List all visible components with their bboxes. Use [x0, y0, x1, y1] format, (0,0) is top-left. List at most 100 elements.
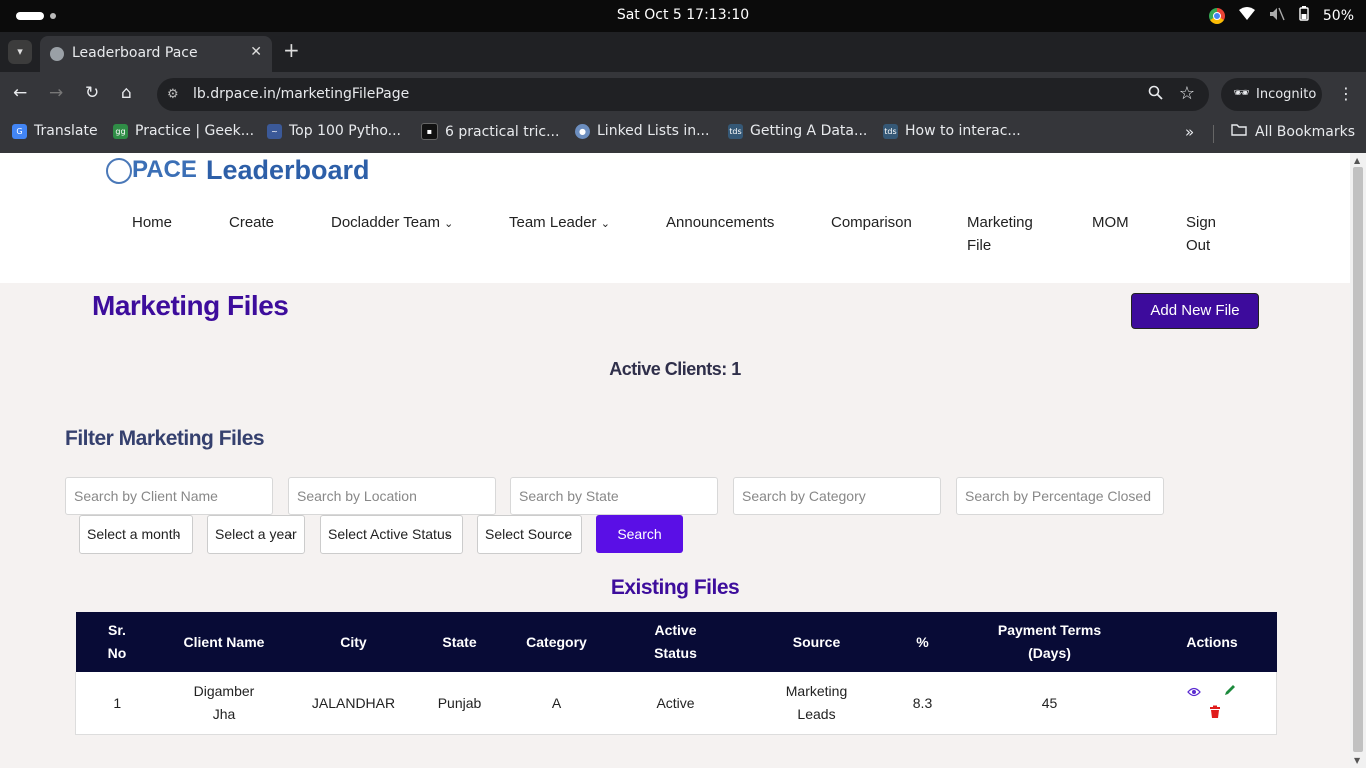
nav-comparison[interactable]: Comparison	[831, 211, 912, 234]
nav-create[interactable]: Create	[229, 211, 274, 234]
bookmark-item[interactable]: ▪ 6 practical tric...	[421, 123, 559, 140]
scrollbar-thumb[interactable]	[1353, 167, 1363, 752]
tab-title: Leaderboard Pace	[72, 45, 198, 61]
bookmark-star-icon[interactable]: ☆	[1179, 83, 1195, 104]
chevron-down-icon: ⌄	[173, 529, 182, 540]
edit-pencil-icon[interactable]	[1223, 681, 1237, 695]
logo-wordmark: PACE	[132, 156, 197, 183]
select-value: Select Source	[485, 526, 573, 542]
client-name-search-input[interactable]	[65, 477, 273, 515]
page-title: Marketing Files	[92, 290, 289, 321]
nav-label: Docladder Team	[331, 214, 440, 231]
folder-icon	[1231, 123, 1247, 140]
bookmark-label: 6 practical tric...	[445, 123, 560, 140]
article-icon: ▪	[421, 123, 438, 140]
category-search-input[interactable]	[733, 477, 941, 515]
bookmark-item[interactable]: G Translate	[12, 123, 98, 139]
forward-arrow-icon[interactable]: →	[49, 83, 63, 103]
back-arrow-icon[interactable]: ←	[13, 83, 27, 103]
state-search-input[interactable]	[510, 477, 718, 515]
chrome-icon	[1208, 7, 1225, 24]
table-row: 1 Digamber Jha JALANDHAR Punjab A Active…	[75, 672, 1277, 735]
system-tray[interactable]: 50%	[1208, 6, 1354, 25]
source-select[interactable]: Select Source ⌄	[477, 515, 582, 554]
python-icon: ~	[267, 123, 282, 139]
nav-announcements[interactable]: Announcements	[666, 211, 774, 234]
tds-icon: tds	[728, 123, 743, 139]
active-status-select[interactable]: Select Active Status ⌄	[320, 515, 463, 554]
bookmark-item[interactable]: tds How to interac...	[883, 123, 1021, 139]
chevron-down-icon: ⌄	[562, 529, 571, 540]
zoom-icon[interactable]	[1148, 85, 1163, 104]
view-eye-icon[interactable]	[1187, 681, 1201, 697]
bookmarks-overflow-icon[interactable]: »	[1185, 123, 1194, 141]
new-tab-button[interactable]: +	[283, 38, 300, 62]
bookmark-item[interactable]: tds Getting A Data...	[728, 123, 867, 139]
nav-marketing-file[interactable]: Marketing File	[967, 211, 1047, 257]
location-search-input[interactable]	[288, 477, 496, 515]
bookmarks-bar: G Translate gg Practice | Geek... ~ Top 100…	[0, 117, 1366, 154]
browser-tab[interactable]: Leaderboard Pace ✕	[40, 36, 272, 72]
cell-state: Punjab	[417, 672, 502, 735]
nav-team-leader[interactable]: Team Leader ⌄	[509, 211, 610, 236]
select-value: Select a year	[215, 526, 297, 542]
bookmark-item[interactable]: gg Practice | Geek...	[113, 123, 254, 139]
year-select[interactable]: Select a year ⌄	[207, 515, 305, 554]
column-header: City	[289, 612, 418, 672]
chevron-down-icon: ⌄	[443, 529, 452, 540]
add-new-file-button[interactable]: Add New File	[1131, 293, 1259, 329]
select-value: Select Active Status	[328, 526, 452, 542]
scroll-down-arrow-icon[interactable]: ▼	[1354, 756, 1360, 765]
address-bar[interactable]: ⚙ lb.drpace.in/marketingFilePage ☆	[157, 78, 1209, 111]
column-header: Payment Terms (Days)	[951, 612, 1148, 672]
chevron-down-icon: ⌄	[444, 218, 454, 230]
bookmark-item[interactable]: ● Linked Lists in...	[575, 123, 709, 139]
incognito-badge[interactable]: 🕶 Incognito	[1221, 78, 1322, 111]
column-header: Active Status	[611, 612, 740, 672]
page-scrollbar[interactable]: ▲ ▼	[1350, 153, 1366, 768]
site-info-icon[interactable]: ⚙	[167, 87, 179, 102]
battery-icon	[1299, 6, 1309, 25]
month-select[interactable]: Select a month ⌄	[79, 515, 193, 554]
geeks-icon: gg	[113, 123, 128, 139]
caduceus-emblem-icon	[106, 158, 132, 184]
home-icon[interactable]: ⌂	[121, 83, 132, 103]
nav-label: Team Leader	[509, 214, 597, 231]
column-header: Client Name	[158, 612, 290, 672]
nav-sign-out[interactable]: Sign Out	[1186, 211, 1226, 257]
os-top-bar: Sat Oct 5 17:13:10 50%	[0, 0, 1366, 32]
cell-active-status: Active	[611, 672, 740, 735]
nav-mom[interactable]: MOM	[1092, 211, 1129, 234]
site-header: PACE Leaderboard Home Create Docladder T…	[0, 153, 1350, 283]
search-button[interactable]: Search	[596, 515, 683, 553]
percentage-search-input[interactable]	[956, 477, 1164, 515]
cell-source: Marketing Leads	[739, 672, 894, 735]
scroll-up-arrow-icon[interactable]: ▲	[1354, 156, 1360, 165]
incognito-label: Incognito	[1256, 87, 1317, 102]
wifi-icon	[1238, 7, 1255, 24]
volume-muted-icon	[1269, 7, 1285, 25]
bookmarks-divider	[1213, 125, 1214, 143]
cell-category: A	[501, 672, 612, 735]
cell-percent: 8.3	[893, 672, 952, 735]
bookmark-item[interactable]: ~ Top 100 Pytho...	[267, 123, 401, 139]
nav-home[interactable]: Home	[132, 211, 172, 234]
linked-list-icon: ●	[575, 123, 590, 139]
tab-search-button[interactable]: ▾	[8, 40, 32, 64]
all-bookmarks-label: All Bookmarks	[1255, 123, 1356, 140]
bookmark-label: Translate	[34, 123, 98, 139]
nav-docladder-team[interactable]: Docladder Team ⌄	[331, 211, 453, 236]
close-icon[interactable]: ✕	[250, 44, 262, 60]
battery-percent: 50%	[1322, 7, 1354, 24]
reload-icon[interactable]: ↻	[85, 83, 99, 103]
system-clock[interactable]: Sat Oct 5 17:13:10	[0, 7, 1366, 23]
delete-trash-icon[interactable]	[1208, 703, 1222, 718]
all-bookmarks-button[interactable]: All Bookmarks	[1231, 123, 1355, 140]
more-menu-icon[interactable]: ⋮	[1338, 84, 1354, 103]
site-brand[interactable]: Leaderboard	[206, 155, 370, 186]
bookmark-label: Linked Lists in...	[597, 123, 710, 139]
browser-toolbar: ← → ↻ ⌂ ⚙ lb.drpace.in/marketingFilePage…	[0, 72, 1366, 117]
cell-actions	[1147, 672, 1277, 735]
pace-logo[interactable]: PACE	[106, 156, 197, 186]
url-text[interactable]: lb.drpace.in/marketingFilePage	[193, 86, 409, 102]
